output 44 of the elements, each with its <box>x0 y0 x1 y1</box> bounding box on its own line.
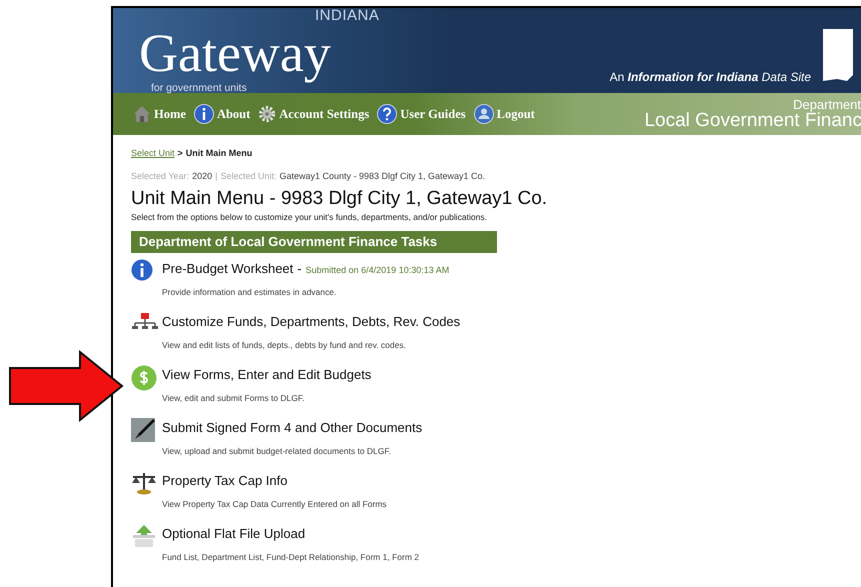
scale-icon[interactable] <box>131 471 157 495</box>
info-icon[interactable] <box>131 259 153 281</box>
task-description: Provide information and estimates in advance. <box>162 287 338 297</box>
year-value: 2020 <box>192 171 212 181</box>
task-description: View, edit and submit Forms to DLGF. <box>162 393 306 403</box>
logo-text: Gateway <box>139 23 331 83</box>
task-link[interactable]: Submit Signed Form 4 and Other Documents <box>162 420 422 435</box>
breadcrumb-current: Unit Main Menu <box>186 148 252 158</box>
year-label: Selected Year: <box>131 171 190 181</box>
tagline: An Information for Indiana Data Site <box>610 70 811 84</box>
page-title: Unit Main Menu - 9983 Dlgf City 1, Gateway1 Co. <box>131 188 548 210</box>
unit-value: Gateway1 County - 9983 Dlgf City 1, Gateway1 Co. <box>279 171 486 181</box>
task-description: View, upload and submit budget-related documents to DLGF. <box>162 446 392 456</box>
upload-icon[interactable] <box>131 524 157 548</box>
department-label: Department <box>792 98 861 111</box>
task-link[interactable]: Optional Flat File Upload <box>162 526 306 541</box>
nav-link[interactable]: User Guides <box>377 104 466 124</box>
pen-icon[interactable] <box>131 418 155 442</box>
section-header: Department of Local Government Finance Tasks <box>131 231 497 253</box>
task-link[interactable]: View Forms, Enter and Edit Budgets <box>162 367 372 382</box>
info-icon <box>194 104 214 124</box>
house-icon <box>133 105 151 123</box>
task-link[interactable]: Pre-Budget Worksheet <box>162 261 294 276</box>
intro-text: Select from the options below to customize your unit's funds, departments, and/or publications. <box>131 212 488 222</box>
dash: - <box>297 261 302 276</box>
nav-link[interactable]: Account Settings <box>258 104 370 124</box>
breadcrumb-separator: > <box>178 148 183 158</box>
task-description: View Property Tax Cap Data Currently Entered on all Forms <box>162 499 387 509</box>
selection-divider: | <box>215 171 218 181</box>
gear-icon <box>258 105 276 123</box>
org-chart-icon[interactable] <box>131 312 159 332</box>
task-link[interactable]: Customize Funds, Departments, Debts, Rev. Codes <box>162 314 460 329</box>
task-link[interactable]: Property Tax Cap Info <box>162 473 288 488</box>
logo-subtitle: for government units <box>151 84 247 93</box>
status-text: Submitted on 6/4/2019 10:30:13 AM <box>306 265 450 275</box>
task-description: Fund List, Department List, Fund-Dept Relationship, Form 1, Form 2 <box>162 552 419 562</box>
task-description: View and edit lists of funds, depts., debts by fund and rev. codes. <box>162 340 407 350</box>
breadcrumb-link[interactable]: Select Unit <box>131 148 175 158</box>
nav-link[interactable]: Home <box>133 104 186 124</box>
logo-state-text: INDIANA <box>315 8 380 23</box>
nav-link[interactable]: About <box>194 104 250 124</box>
person-icon <box>474 104 494 124</box>
help-icon <box>377 104 398 124</box>
unit-label: Selected Unit: <box>220 171 276 181</box>
